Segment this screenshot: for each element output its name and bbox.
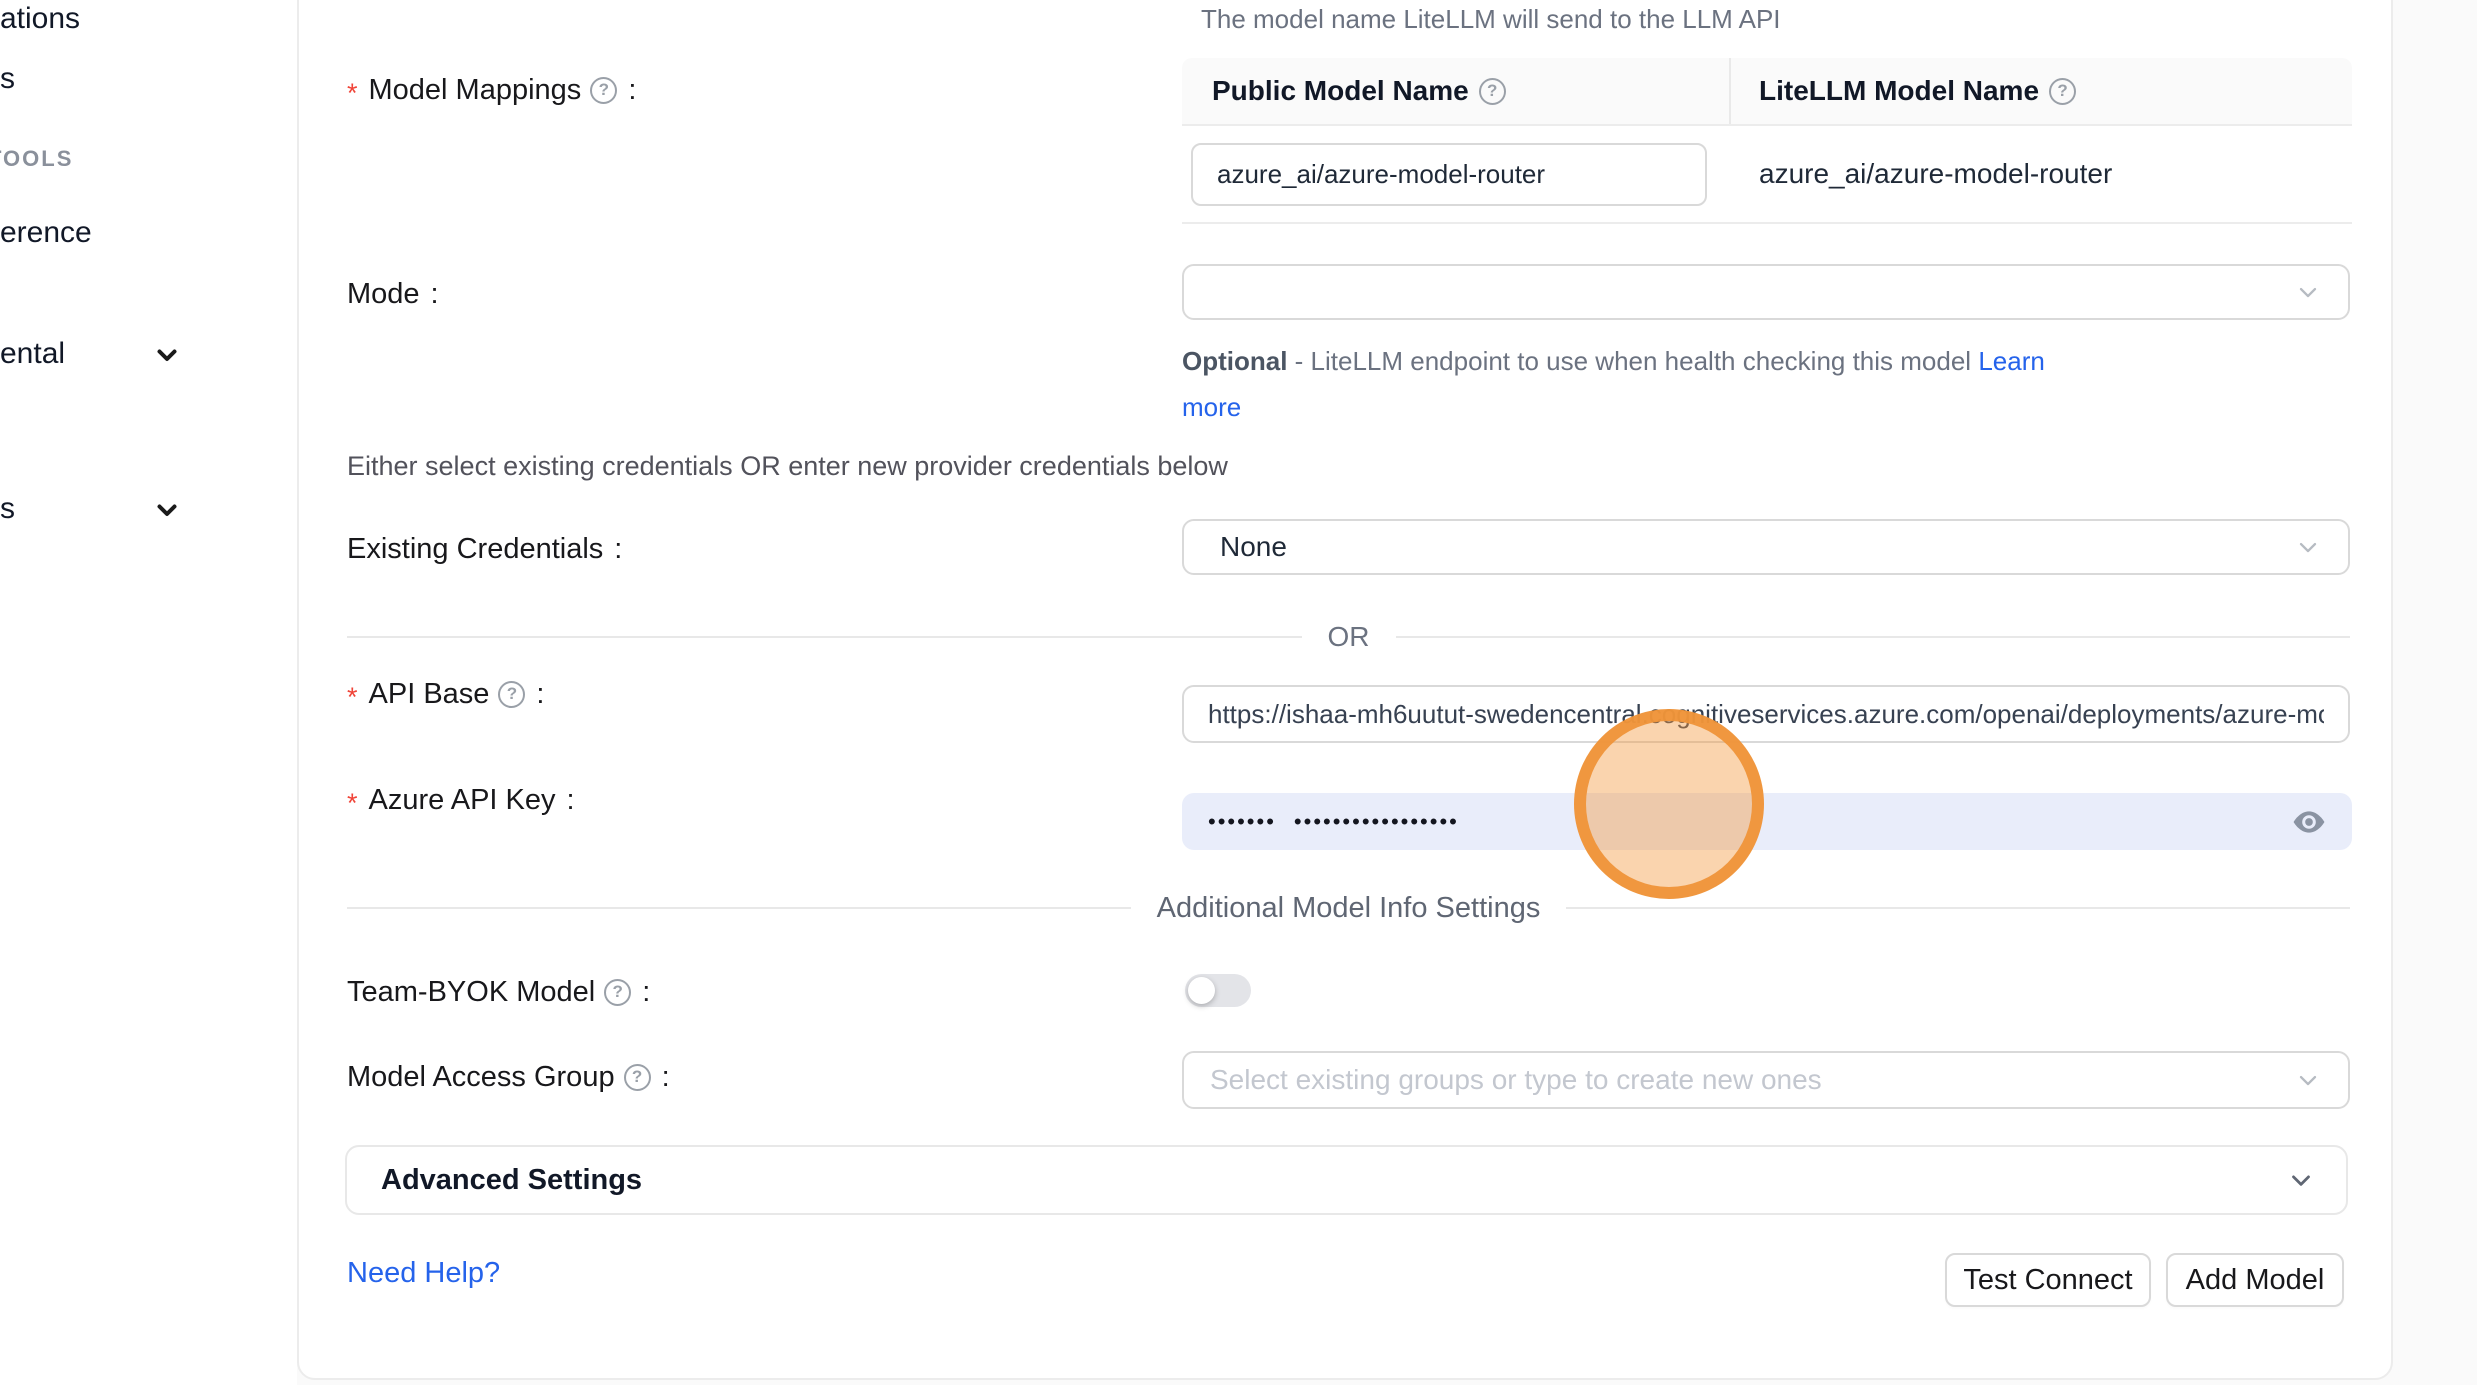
column-header-public-model-name: Public Model Name ?	[1182, 75, 1729, 107]
existing-credentials-select[interactable]: None	[1182, 519, 2350, 575]
model-access-group-label: Model Access Group ? :	[347, 1057, 670, 1097]
required-asterisk: *	[347, 78, 358, 109]
masked-password-dots: •••••••••••••••••	[1294, 809, 1459, 835]
model-mappings-table-header: Public Model Name ? LiteLLM Model Name ?	[1182, 58, 2352, 126]
team-byok-label: Team-BYOK Model ? :	[347, 972, 650, 1012]
sidebar-item[interactable]: ental	[0, 337, 65, 371]
existing-credentials-value: None	[1210, 531, 1287, 563]
required-asterisk: *	[347, 788, 358, 819]
test-connect-button[interactable]: Test Connect	[1945, 1253, 2151, 1307]
eye-icon[interactable]	[2292, 810, 2326, 834]
api-base-label: * API Base ? :	[347, 674, 544, 714]
azure-api-key-label: * Azure API Key :	[347, 780, 575, 820]
chevron-down-icon[interactable]	[152, 495, 182, 525]
sidebar-item[interactable]: erence	[0, 216, 92, 250]
azure-api-key-input[interactable]: ••••••• •••••••••••••••••	[1182, 793, 2352, 850]
table-row: azure_ai/azure-model-router	[1182, 126, 2352, 224]
sidebar-section-tools: TOOLS	[0, 146, 73, 172]
add-model-button[interactable]: Add Model	[2166, 1253, 2344, 1307]
column-header-litellm-model-name: LiteLLM Model Name ?	[1729, 75, 2076, 107]
model-mappings-table: Public Model Name ? LiteLLM Model Name ?…	[1182, 58, 2352, 224]
mode-select[interactable]	[1182, 264, 2350, 320]
column-divider	[1729, 58, 1731, 124]
chevron-down-icon[interactable]	[152, 340, 182, 370]
chevron-down-icon	[2294, 533, 2322, 561]
app-viewport: ations s TOOLS erence ental s The model …	[0, 0, 2477, 1385]
existing-credentials-label: Existing Credentials :	[347, 529, 622, 569]
help-icon[interactable]: ?	[624, 1064, 651, 1091]
model-mappings-label: * Model Mappings ? :	[347, 70, 636, 110]
model-access-group-input[interactable]	[1210, 1064, 2294, 1096]
advanced-settings-header[interactable]: Advanced Settings	[345, 1145, 2348, 1215]
help-icon[interactable]: ?	[1479, 78, 1506, 105]
or-divider: OR	[347, 620, 2350, 654]
chevron-down-icon	[2294, 1066, 2322, 1094]
add-model-form-card: The model name LiteLLM will send to the …	[297, 0, 2393, 1380]
model-access-group-select[interactable]	[1182, 1051, 2350, 1109]
help-icon[interactable]: ?	[604, 979, 631, 1006]
sidebar-item[interactable]: ations	[0, 2, 80, 36]
team-byok-toggle[interactable]	[1185, 974, 1251, 1007]
sidebar: ations s TOOLS erence ental s	[0, 0, 297, 1385]
credentials-note: Either select existing credentials OR en…	[347, 451, 1228, 482]
help-icon[interactable]: ?	[498, 681, 525, 708]
additional-settings-divider: Additional Model Info Settings	[347, 891, 2350, 925]
chevron-down-icon	[2294, 278, 2322, 306]
mode-help-text: Optional - LiteLLM endpoint to use when …	[1182, 338, 2062, 430]
sidebar-item[interactable]: s	[0, 62, 15, 96]
chevron-down-icon	[2286, 1165, 2316, 1195]
masked-password-dots: •••••••	[1208, 809, 1276, 835]
model-mapping-hint: The model name LiteLLM will send to the …	[1201, 4, 1781, 35]
help-icon[interactable]: ?	[590, 77, 617, 104]
help-icon[interactable]: ?	[2049, 78, 2076, 105]
sidebar-item[interactable]: s	[0, 492, 15, 526]
toggle-knob	[1188, 977, 1215, 1004]
advanced-settings-title: Advanced Settings	[381, 1164, 642, 1197]
litellm-model-name-value: azure_ai/azure-model-router	[1759, 126, 2112, 222]
required-asterisk: *	[347, 682, 358, 713]
mode-label: Mode :	[347, 274, 439, 314]
need-help-link[interactable]: Need Help?	[347, 1257, 500, 1290]
api-base-input[interactable]	[1182, 685, 2350, 743]
public-model-name-input[interactable]	[1191, 143, 1707, 206]
